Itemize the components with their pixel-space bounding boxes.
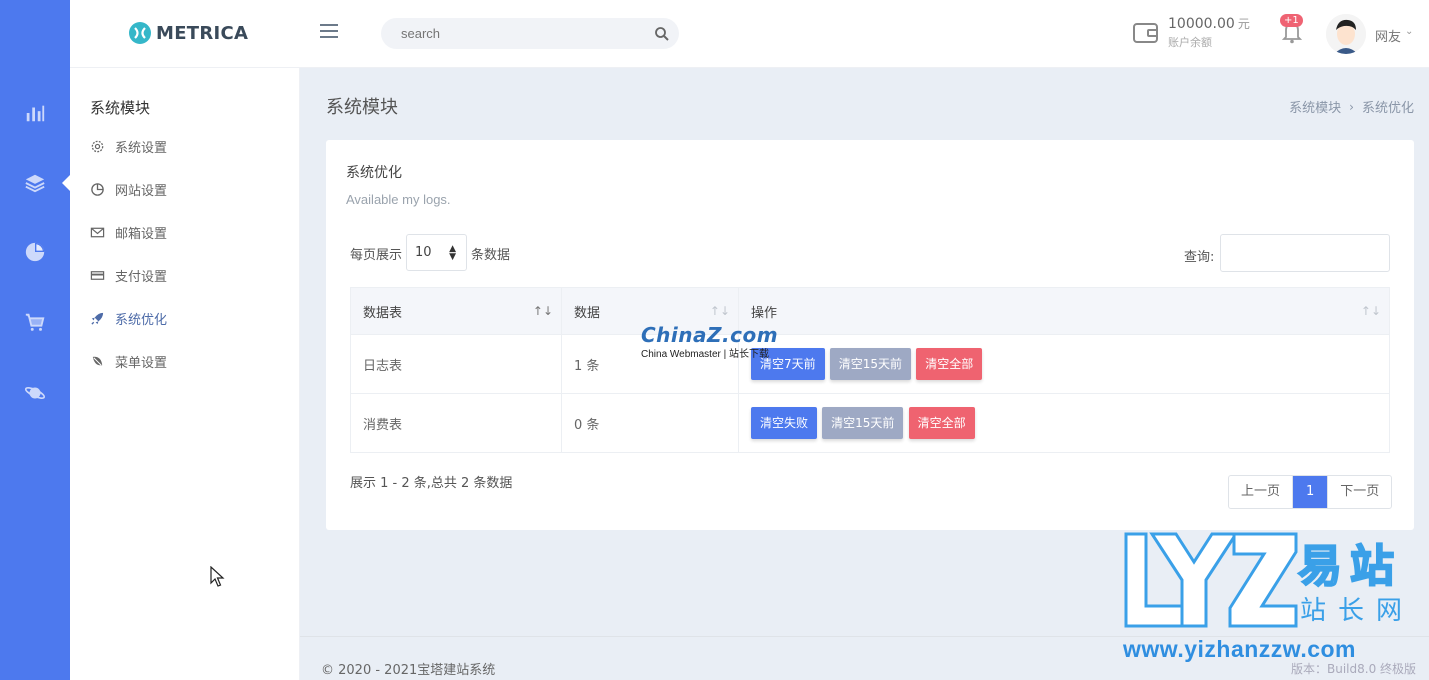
breadcrumb: 系统模块 › 系统优化 (1289, 97, 1414, 117)
query-label: 查询: (1184, 250, 1215, 265)
sort-icon[interactable]: ↑↓ (533, 304, 553, 318)
bar-chart-icon (26, 105, 45, 122)
chinaz-watermark-title: ChinaZ.com (641, 323, 779, 347)
sidebar-item-label: 网站设置 (115, 183, 168, 199)
cell-actions: 清空失败 清空15天前 清空全部 (738, 393, 1390, 453)
rocket-icon (91, 312, 104, 325)
sidebar-item-label: 菜单设置 (115, 355, 168, 371)
sidebar-item-label: 支付设置 (115, 269, 168, 285)
sidebar-item-label: 系统设置 (115, 140, 168, 156)
query-input[interactable] (1220, 234, 1390, 272)
user-avatar-image (1326, 14, 1366, 54)
sidebar-item-label: 邮箱设置 (115, 226, 168, 242)
sort-icon[interactable]: ↑↓ (1361, 304, 1381, 318)
sort-arrows-icon: ▲ ▼ (449, 244, 456, 262)
chinaz-watermark-subtitle: China Webmaster | 站长下载 (641, 349, 770, 360)
logo-icon (129, 22, 151, 44)
leaf-icon (92, 356, 103, 366)
sidebar-item-menu-settings[interactable]: 菜单设置 (90, 351, 167, 371)
clear-15-days-button[interactable]: 清空15天前 (829, 348, 912, 380)
table-row: 日志表 1 条 清空7天前 清空15天前 清空全部 (350, 334, 1390, 394)
footer-copyright: © 2020 - 2021宝塔建站系统 (321, 663, 496, 678)
logo-text: METRICA (156, 22, 249, 44)
card-subtitle: Available my logs. (346, 192, 451, 207)
per-page-suffix: 条数据 (471, 248, 511, 263)
optimize-card: 系统优化 Available my logs. 每页展示 10 ▲ ▼ 条数据 查… (326, 140, 1414, 530)
sidebar-item-system-optimize[interactable]: 系统优化 (90, 308, 167, 328)
search-box (381, 18, 679, 49)
pagination: 上一页 1 下一页 (1228, 475, 1393, 509)
sidebar-item-mail-settings[interactable]: 邮箱设置 (90, 222, 167, 242)
balance-unit: 元 (1237, 17, 1250, 31)
sort-icon[interactable]: ↑↓ (710, 304, 730, 318)
cell-count: 0 条 (561, 393, 739, 453)
sidebar-title: 系统模块 (90, 99, 151, 117)
card-icon (90, 270, 105, 280)
rail-item-shop[interactable] (0, 302, 70, 342)
page-1-button[interactable]: 1 (1293, 476, 1328, 508)
yizhan-watermark-url: www.yizhanzzw.com (1123, 636, 1356, 662)
prev-page-button[interactable]: 上一页 (1229, 476, 1294, 508)
yizhan-watermark-brand: 易站 (1297, 540, 1402, 593)
icon-rail (0, 0, 70, 680)
next-page-button[interactable]: 下一页 (1327, 476, 1391, 508)
yizhan-watermark-tagline: 站长网 (1300, 596, 1415, 626)
card-title: 系统优化 (346, 165, 402, 181)
data-table: 数据表 ↑↓ 数据 ↑↓ 操作 ↑↓ 日志表 1 条 清空7天前 清空15天前 清空全… (350, 287, 1390, 453)
chevron-right-icon: › (1349, 99, 1354, 114)
sidebar-item-label: 系统优化 (115, 312, 168, 328)
chevron-down-icon[interactable]: ⌄ (1405, 26, 1413, 37)
user-name[interactable]: 网友 (1375, 26, 1401, 45)
yizhan-watermark: 易站 站长网 www.yizhanzzw.com (1118, 530, 1429, 665)
breadcrumb-item-current: 系统优化 (1361, 101, 1414, 116)
chart-pie-icon (91, 182, 104, 196)
search-input[interactable] (381, 18, 641, 49)
rail-item-dashboard[interactable] (0, 93, 70, 133)
per-page-value: 10 (415, 245, 432, 260)
rail-item-modules[interactable] (0, 163, 70, 203)
active-pointer (62, 175, 70, 191)
per-page-select[interactable]: 10 ▲ ▼ (406, 234, 467, 271)
planet-icon (24, 387, 46, 399)
cell-table-name: 消费表 (350, 393, 562, 453)
menu-toggle-button[interactable] (320, 24, 338, 40)
page-title: 系统模块 (326, 97, 398, 118)
gear-icon (91, 140, 104, 152)
rail-item-stats[interactable] (0, 232, 70, 272)
clear-15-days-button[interactable]: 清空15天前 (822, 407, 904, 439)
balance-label: 账户余额 (1168, 36, 1212, 49)
notification-badge: +1 (1280, 14, 1303, 27)
column-header-table[interactable]: 数据表 ↑↓ (350, 287, 562, 335)
topbar: METRICA 10000.00元 账户余额 +1 网友 ⌄ (70, 0, 1429, 68)
table-row: 消费表 0 条 清空失败 清空15天前 清空全部 (350, 393, 1390, 453)
clear-all-button[interactable]: 清空全部 (908, 407, 975, 439)
wallet-icon (1133, 23, 1158, 43)
search-icon[interactable] (653, 25, 671, 43)
sidebar-item-site-settings[interactable]: 网站设置 (90, 179, 167, 199)
layers-icon (25, 174, 45, 193)
rail-item-planet[interactable] (0, 373, 70, 413)
yz-logo-icon (1124, 532, 1298, 628)
mouse-cursor-icon (210, 566, 225, 587)
per-page-label: 每页展示 (350, 248, 403, 263)
table-summary: 展示 1 - 2 条,总共 2 条数据 (350, 476, 513, 491)
clear-all-button[interactable]: 清空全部 (916, 348, 983, 380)
pie-chart-icon (25, 242, 45, 262)
logo[interactable]: METRICA (128, 20, 248, 46)
cell-table-name: 日志表 (350, 334, 562, 394)
cell-actions: 清空7天前 清空15天前 清空全部 (738, 334, 1390, 394)
account-balance: 10000.00 元 账户余额 (1168, 15, 1250, 50)
balance-amount: 10000.00 (1168, 16, 1235, 32)
sidebar: 系统模块 系统设置 网站设置 邮箱设置 支付设置 系统优化 菜单设置 (70, 68, 300, 680)
cart-icon (25, 313, 45, 331)
column-header-actions[interactable]: 操作 ↑↓ (738, 287, 1390, 335)
avatar[interactable] (1326, 14, 1366, 54)
sidebar-item-system-settings[interactable]: 系统设置 (90, 136, 167, 156)
mail-icon (90, 227, 105, 237)
clear-failed-button[interactable]: 清空失败 (751, 407, 818, 439)
chinaz-watermark: ChinaZ.com China Webmaster | 站长下载 (641, 323, 778, 360)
breadcrumb-item[interactable]: 系统模块 (1289, 97, 1341, 116)
sidebar-item-pay-settings[interactable]: 支付设置 (90, 265, 167, 285)
